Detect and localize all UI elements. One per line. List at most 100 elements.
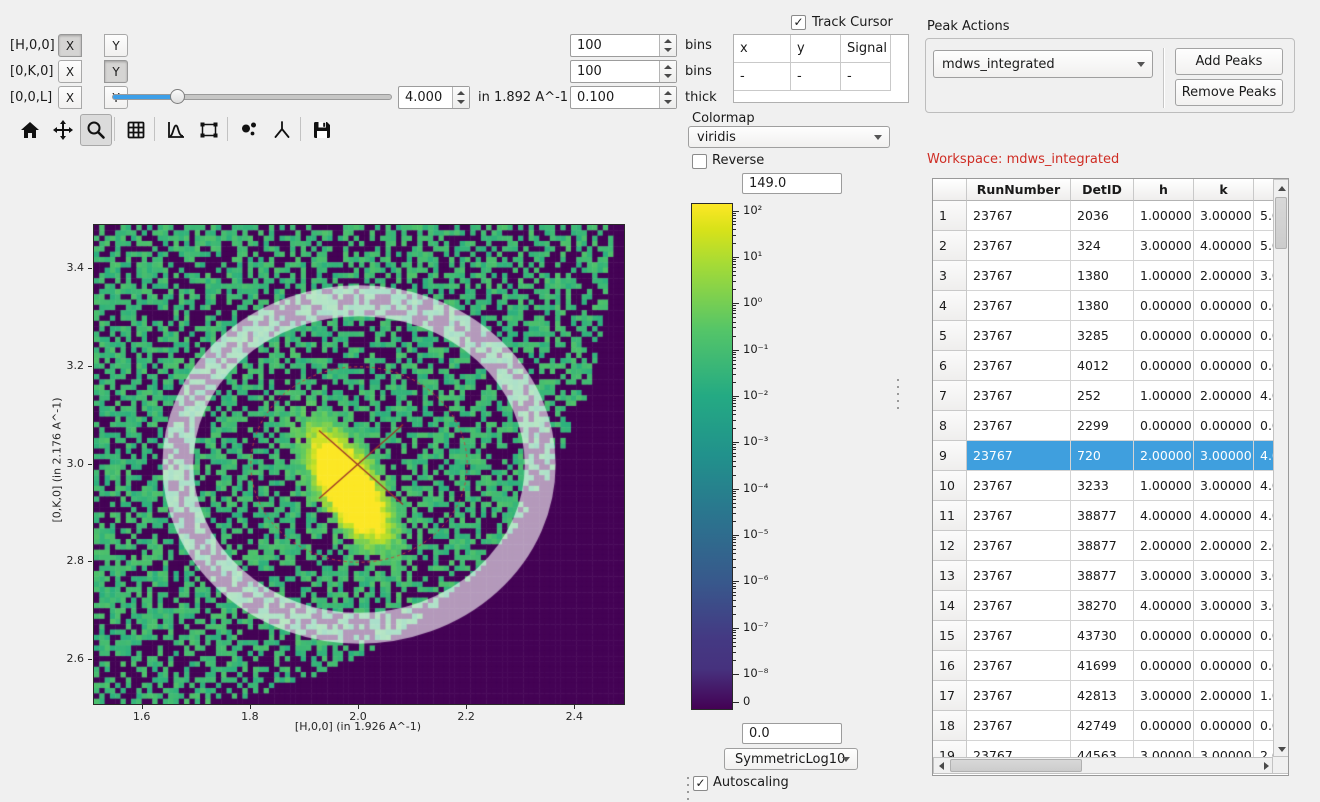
autoscaling-checkbox[interactable]: ✓ <box>693 776 708 791</box>
pan-button[interactable] <box>47 114 79 146</box>
colorbar-major-tick <box>733 350 739 351</box>
dim-h-y-button[interactable]: Y <box>104 34 128 57</box>
colorbar-min-input[interactable]: 0.0 <box>742 723 842 744</box>
chevron-down-icon <box>1137 62 1145 67</box>
spin-buttons[interactable] <box>659 61 676 82</box>
l-cell: 2.00000 <box>1254 741 1273 757</box>
h-column-header[interactable]: h <box>1134 179 1194 201</box>
l-cell: 1.00000 <box>1254 681 1273 711</box>
track-cursor-checkbox[interactable]: ✓ <box>791 15 806 30</box>
runnumber-cell: 23767 <box>967 621 1071 651</box>
remove-peaks-button[interactable]: Remove Peaks <box>1175 79 1283 106</box>
table-row[interactable]: 7237672521.000002.000004.00000 <box>933 381 1273 411</box>
table-row[interactable]: 1323767388773.000003.000003.00000 <box>933 561 1273 591</box>
runnumber-cell: 23767 <box>967 231 1071 261</box>
home-button[interactable] <box>14 114 46 146</box>
partial-column-header[interactable] <box>1254 179 1273 201</box>
spin-buttons[interactable] <box>659 87 676 108</box>
grid-button[interactable] <box>120 114 152 146</box>
y-bins-spinbox[interactable]: 100 <box>570 60 677 83</box>
corner-header-cell <box>933 179 967 201</box>
zoom-button[interactable] <box>80 114 112 146</box>
table-row[interactable]: 1723767428133.000002.000001.00000 <box>933 681 1273 711</box>
colorbar-minor-tick <box>733 364 736 365</box>
slice-value-spinbox[interactable]: 4.000 <box>398 86 470 109</box>
table-row[interactable]: 2237673243.000004.000005.00000 <box>933 231 1273 261</box>
scroll-up-arrow[interactable] <box>1278 186 1286 191</box>
table-row[interactable]: 52376732850.000000.000000.00000 <box>933 321 1273 351</box>
table-row[interactable]: 1823767427490.000000.000000.00000 <box>933 711 1273 741</box>
save-button[interactable] <box>306 114 338 146</box>
peaks-workspace-combobox[interactable]: mdws_integrated <box>933 50 1153 78</box>
detid-cell: 1380 <box>1071 291 1134 321</box>
line-plots-button[interactable] <box>160 114 192 146</box>
scale-combobox[interactable]: SymmetricLog10 <box>724 748 858 770</box>
horizontal-scrollbar[interactable] <box>933 757 1273 774</box>
colorbar-minor-tick <box>733 444 736 445</box>
x-tickmark <box>142 705 143 709</box>
region-selection-button[interactable] <box>193 114 225 146</box>
colormap-combobox[interactable]: viridis <box>688 126 890 148</box>
table-row[interactable]: 1223767388772.000002.000002.00000 <box>933 531 1273 561</box>
colorbar-max-input[interactable]: 149.0 <box>742 173 842 194</box>
scroll-right-arrow[interactable] <box>1264 762 1269 770</box>
horizontal-scroll-thumb[interactable] <box>950 759 1082 772</box>
spin-buttons[interactable] <box>659 35 676 56</box>
dim-k-x-button[interactable]: X <box>58 60 82 83</box>
l-cell: 2.00000 <box>1254 531 1273 561</box>
runnumber-cell: 23767 <box>967 471 1071 501</box>
peaks-overlay-button[interactable] <box>266 114 298 146</box>
x-bins-spinbox[interactable]: 100 <box>570 34 677 57</box>
slice-heatmap-plot[interactable] <box>93 224 625 705</box>
h-cell: 3.00000 <box>1134 741 1194 757</box>
slider-fill <box>113 95 178 99</box>
row-number-cell: 4 <box>933 291 967 321</box>
scroll-left-arrow[interactable] <box>939 762 944 770</box>
reverse-checkbox[interactable] <box>692 154 707 169</box>
grid-icon <box>125 119 147 141</box>
vertical-scrollbar[interactable] <box>1273 179 1289 757</box>
scroll-down-arrow[interactable] <box>1278 747 1286 752</box>
toolbar-separator <box>300 117 301 141</box>
dim-l-x-button[interactable]: X <box>58 86 82 109</box>
table-row[interactable]: 12376720361.000003.000005.00000 <box>933 201 1273 231</box>
h-cell: 2.00000 <box>1134 441 1194 471</box>
table-row[interactable]: 1523767437300.000000.000000.00000 <box>933 621 1273 651</box>
table-row[interactable]: 1923767445633.000003.000002.00000 <box>933 741 1273 757</box>
table-row[interactable]: 1623767416990.000000.000000.00000 <box>933 651 1273 681</box>
slice-slider[interactable] <box>112 94 392 100</box>
peak-actions-title: Peak Actions <box>927 19 1010 34</box>
colorbar-minor-tick <box>733 630 736 631</box>
table-row[interactable]: 1123767388774.000004.000004.00000 <box>933 501 1273 531</box>
save-icon <box>311 119 333 141</box>
cursor-x-value: - <box>734 63 791 91</box>
colorbar-minor-tick <box>733 583 736 584</box>
k-column-header[interactable]: k <box>1194 179 1254 201</box>
colorbar-major-tick <box>733 535 739 536</box>
non-orthogonal-axes-button[interactable] <box>233 114 265 146</box>
add-peaks-button[interactable]: Add Peaks <box>1175 48 1283 75</box>
peaks-table-body: 12376720361.000003.000005.00000223767324… <box>933 201 1273 757</box>
runnumber-column-header[interactable]: RunNumber <box>967 179 1071 201</box>
table-row[interactable]: 102376732331.000003.000004.00000 <box>933 471 1273 501</box>
colorbar-minor-tick <box>733 567 736 568</box>
detid-cell: 42813 <box>1071 681 1134 711</box>
dim-h-x-button[interactable]: X <box>58 34 82 57</box>
vertical-scroll-thumb[interactable] <box>1275 197 1287 249</box>
spin-buttons[interactable] <box>452 87 469 108</box>
table-row[interactable]: 82376722990.000000.000000.00000 <box>933 411 1273 441</box>
colorbar-tick-label: 0 <box>743 694 750 708</box>
runnumber-cell: 23767 <box>967 291 1071 321</box>
thickness-spinbox[interactable]: 0.100 <box>570 86 677 109</box>
table-row[interactable]: 1423767382704.000003.000003.00000 <box>933 591 1273 621</box>
colorbar-minor-tick <box>733 632 736 633</box>
table-row[interactable]: 62376740120.000000.000000.00000 <box>933 351 1273 381</box>
dim-k-y-button[interactable]: Y <box>104 60 128 83</box>
slider-handle[interactable] <box>170 89 185 104</box>
table-row[interactable]: 9237677202.000003.000004.00000 <box>933 441 1273 471</box>
detid-column-header[interactable]: DetID <box>1071 179 1134 201</box>
detid-cell: 4012 <box>1071 351 1134 381</box>
table-row[interactable]: 32376713801.000002.000003.00000 <box>933 261 1273 291</box>
table-row[interactable]: 42376713800.000000.000000.00000 <box>933 291 1273 321</box>
row-number-cell: 8 <box>933 411 967 441</box>
